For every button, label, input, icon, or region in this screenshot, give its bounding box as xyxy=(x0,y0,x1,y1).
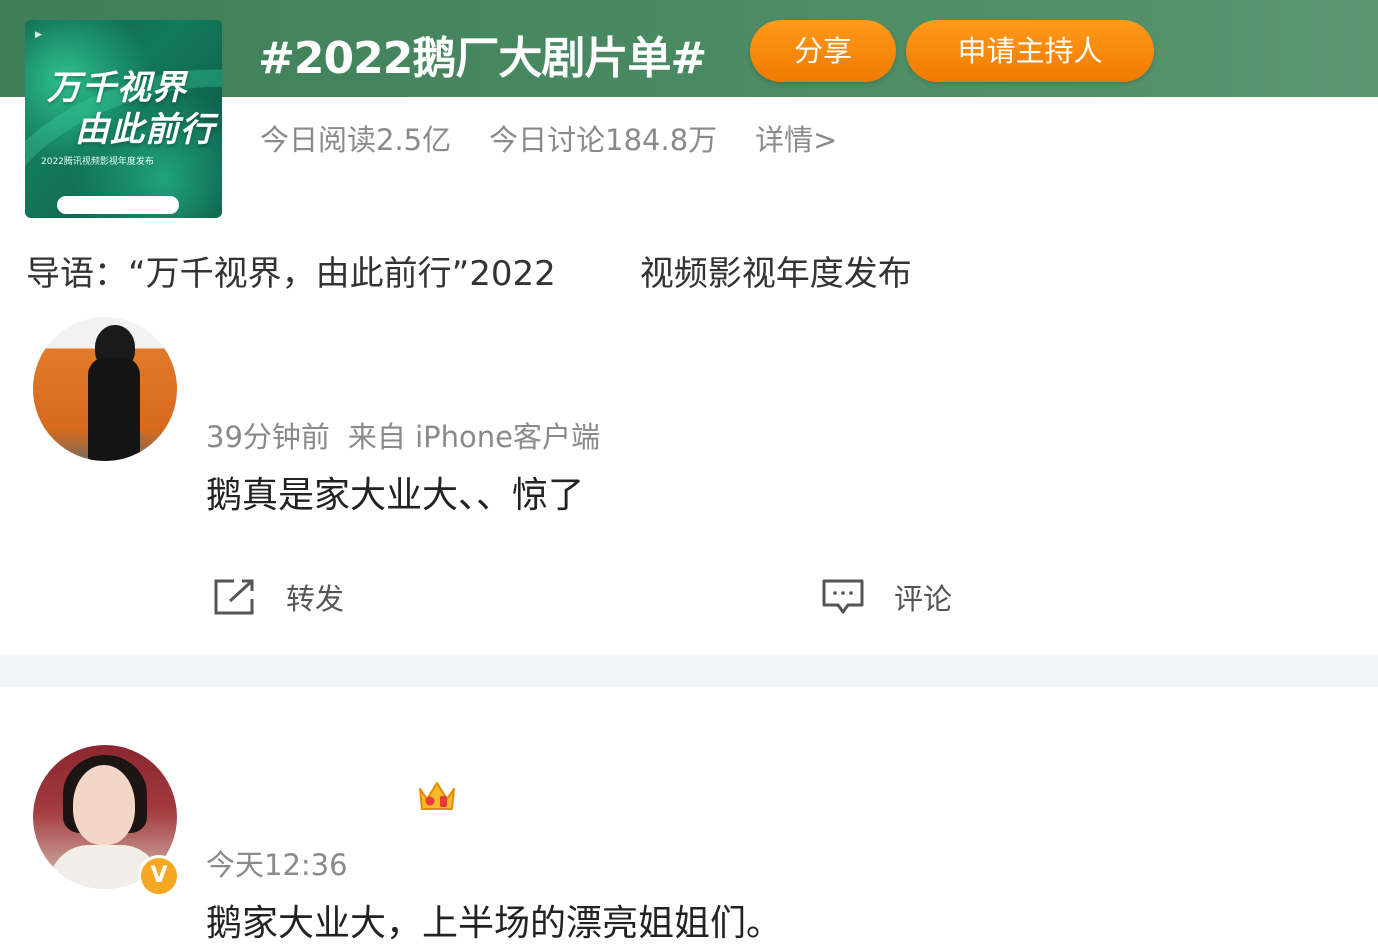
details-link[interactable]: 详情> xyxy=(755,117,837,159)
repost-icon xyxy=(214,579,254,615)
apply-host-button[interactable]: 申请主持人 xyxy=(906,20,1154,82)
post-meta: 39分钟前 来自 iPhone客户端 xyxy=(206,414,600,456)
comment-icon xyxy=(822,579,864,614)
post-time: 39分钟前 xyxy=(206,420,330,454)
cover-subtitle: 2022腾讯视频影视年度发布 xyxy=(41,157,154,167)
share-button[interactable]: 分享 xyxy=(750,20,896,82)
discuss-count: 今日讨论184.8万 xyxy=(489,123,718,157)
post-source: 来自 iPhone客户端 xyxy=(347,420,601,454)
comment-label: 评论 xyxy=(894,582,953,616)
cover-slogan-line2: 由此前行 xyxy=(75,110,215,150)
post-meta: 今天12:36 xyxy=(206,842,348,884)
cover-pill xyxy=(57,196,179,214)
read-count: 今日阅读2.5亿 xyxy=(260,123,452,157)
repost-button[interactable]: 转发 xyxy=(212,572,344,622)
topic-title: #2022鹅厂大剧片单# xyxy=(258,33,707,84)
topic-cover-image: ▶ 万千视界 由此前行 2022腾讯视频影视年度发布 xyxy=(25,20,222,218)
comment-button[interactable]: 评论 xyxy=(820,572,952,622)
topic-stats: 今日阅读2.5亿 今日讨论184.8万 详情> xyxy=(260,116,875,160)
avatar[interactable] xyxy=(33,317,177,461)
post-text: 鹅家大业大，上半场的漂亮姐姐们。 xyxy=(206,903,783,944)
intro-text-part1: 导语：“万千视界，由此前行”2022 xyxy=(26,254,556,294)
topic-intro: 导语：“万千视界，由此前行”2022 视频影视年度发布 xyxy=(26,246,912,295)
intro-text-part2: 视频影视年度发布 xyxy=(639,254,912,294)
verified-icon: V xyxy=(138,855,180,897)
crown-icon xyxy=(419,782,455,810)
post-text: 鹅真是家大业大、、惊了 xyxy=(206,475,585,516)
post-time: 今天12:36 xyxy=(206,848,348,882)
repost-label: 转发 xyxy=(286,582,345,616)
feed-divider xyxy=(0,655,1378,687)
cover-logo: ▶ xyxy=(35,30,42,40)
